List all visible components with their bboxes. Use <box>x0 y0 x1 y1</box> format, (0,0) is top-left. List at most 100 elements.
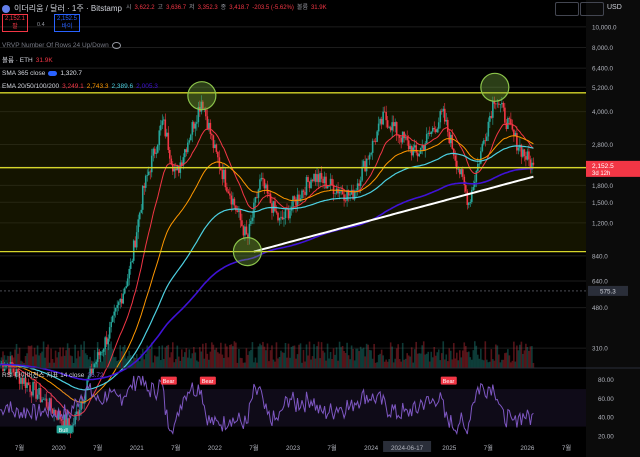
volume-bar <box>483 360 485 368</box>
volume-bar <box>265 350 267 368</box>
candle-body <box>359 180 362 186</box>
layout-button[interactable] <box>555 2 579 16</box>
volume-bar <box>442 341 445 368</box>
rsi-tick-label: 40.00 <box>598 415 614 422</box>
indicator-vrvp[interactable]: VRVP Number Of Rows 24 Up/Down <box>2 41 121 50</box>
buy-button[interactable]: 2,152.5 바이 <box>54 14 81 32</box>
volume-bar <box>27 345 30 368</box>
candle-body <box>235 205 237 211</box>
volume-bar <box>368 349 371 368</box>
toggle-icon[interactable] <box>48 71 58 76</box>
x-tick-label: 2026 <box>520 445 535 452</box>
volume-bar <box>388 359 390 368</box>
open-key: 시 <box>125 5 132 11</box>
volume-bar <box>449 350 452 368</box>
candle-body <box>110 321 112 328</box>
volume-bar <box>355 348 357 368</box>
x-tick-label: 2024 <box>364 445 379 452</box>
eye-icon[interactable] <box>111 42 121 49</box>
volume-bar <box>51 358 54 368</box>
low-value: 3,352.3 <box>197 5 218 11</box>
volume-bar <box>481 359 484 368</box>
symbol-header[interactable]: 이더리움 / 달러 · 1주 · Bitstamp 시 3,622.2 고 3,63… <box>2 4 327 13</box>
volume-bar <box>316 346 318 368</box>
volume-bar <box>525 343 527 368</box>
candle-body <box>343 194 345 201</box>
volume-bar <box>90 360 93 368</box>
candle-body <box>461 169 464 177</box>
volume-bar <box>208 359 210 368</box>
indicator-volume[interactable]: 볼륨 · ETH 31.9K <box>2 56 53 65</box>
volume-bar <box>268 361 270 368</box>
volume-bar <box>152 362 155 368</box>
candle-body <box>206 116 209 130</box>
close-key: 종 <box>220 5 227 11</box>
volume-bar <box>224 343 227 368</box>
volume-bar <box>87 359 90 368</box>
currency-label[interactable]: USD <box>607 4 622 11</box>
volume-bar <box>514 361 517 368</box>
candle-body <box>188 140 191 143</box>
candle-body <box>469 201 472 203</box>
volume-bar <box>370 350 372 368</box>
chart[interactable]: 10,000.0 8,000.0 6,400.0 5,200.0 4,000.0 2,80… <box>0 0 640 457</box>
settings-button[interactable] <box>580 2 604 16</box>
candle-body <box>380 118 383 125</box>
candle-body <box>337 188 339 194</box>
symbol-title[interactable]: 이더리움 / 달러 · 1주 · Bitstamp <box>14 4 122 13</box>
candle-body <box>149 171 152 173</box>
volume-bar <box>196 360 198 368</box>
candle-body <box>528 151 530 160</box>
sell-button[interactable]: 2,152.1 팔 <box>2 14 29 32</box>
candle-body <box>311 179 314 182</box>
volume-bar <box>68 348 70 368</box>
volume-bar <box>519 344 521 368</box>
volume-bar <box>338 341 341 368</box>
candle-body <box>144 175 147 188</box>
volume-bar <box>460 357 463 368</box>
candle-body <box>104 337 106 350</box>
ema50-value: 2,743.3 <box>86 83 109 90</box>
volume-bar <box>493 360 496 368</box>
volume-bar <box>410 347 413 368</box>
volume-bar <box>350 345 353 368</box>
divergence-label: Bear <box>202 379 214 385</box>
candle-body <box>185 149 188 153</box>
candle-body <box>215 144 218 152</box>
volume-bar <box>332 348 335 368</box>
y-tick-label: 1,200.0 <box>592 220 614 227</box>
high-value: 3,636.7 <box>166 5 187 11</box>
candle-body <box>284 208 287 219</box>
volume-bar <box>526 347 529 368</box>
indicator-ema[interactable]: EMA 20/50/100/200 3,249.1 2,743.3 2,389.… <box>2 82 158 91</box>
candle-body <box>464 185 467 192</box>
time-axis[interactable]: 7월 2020 7월 2021 7월 2022 7월 2023 7월 2024 2024-06-17… <box>15 441 571 452</box>
candle-body <box>114 307 117 312</box>
x-tick-label: 7월 <box>327 443 337 452</box>
volume-bar <box>75 358 78 368</box>
indicator-rsi[interactable]: RSI 다이버전스 지표 14 close 36.72 <box>2 371 104 380</box>
volume-bar <box>490 349 493 368</box>
candle-body <box>437 122 440 129</box>
volume-bar <box>487 362 490 368</box>
volume-bar <box>159 360 162 368</box>
annotation-circle <box>480 72 510 102</box>
candle-body <box>184 149 186 158</box>
candle-body <box>194 123 197 129</box>
volume-bar <box>209 351 212 368</box>
candle-body <box>323 176 326 183</box>
volume-bar <box>475 345 478 368</box>
candle-body <box>152 148 155 156</box>
low-key: 저 <box>189 5 195 11</box>
candle-body <box>395 121 398 136</box>
divergence-label: Bear <box>163 379 175 385</box>
volume-bar <box>334 354 336 368</box>
volume-bar <box>314 358 317 368</box>
candle-body <box>430 131 433 135</box>
volume-bar <box>401 342 404 368</box>
candle-body <box>335 188 338 194</box>
candle-body <box>418 153 421 157</box>
volume-bar <box>391 346 393 368</box>
indicator-sma[interactable]: SMA 365 close 1,320.7 <box>2 69 82 78</box>
candle-body <box>368 154 371 160</box>
